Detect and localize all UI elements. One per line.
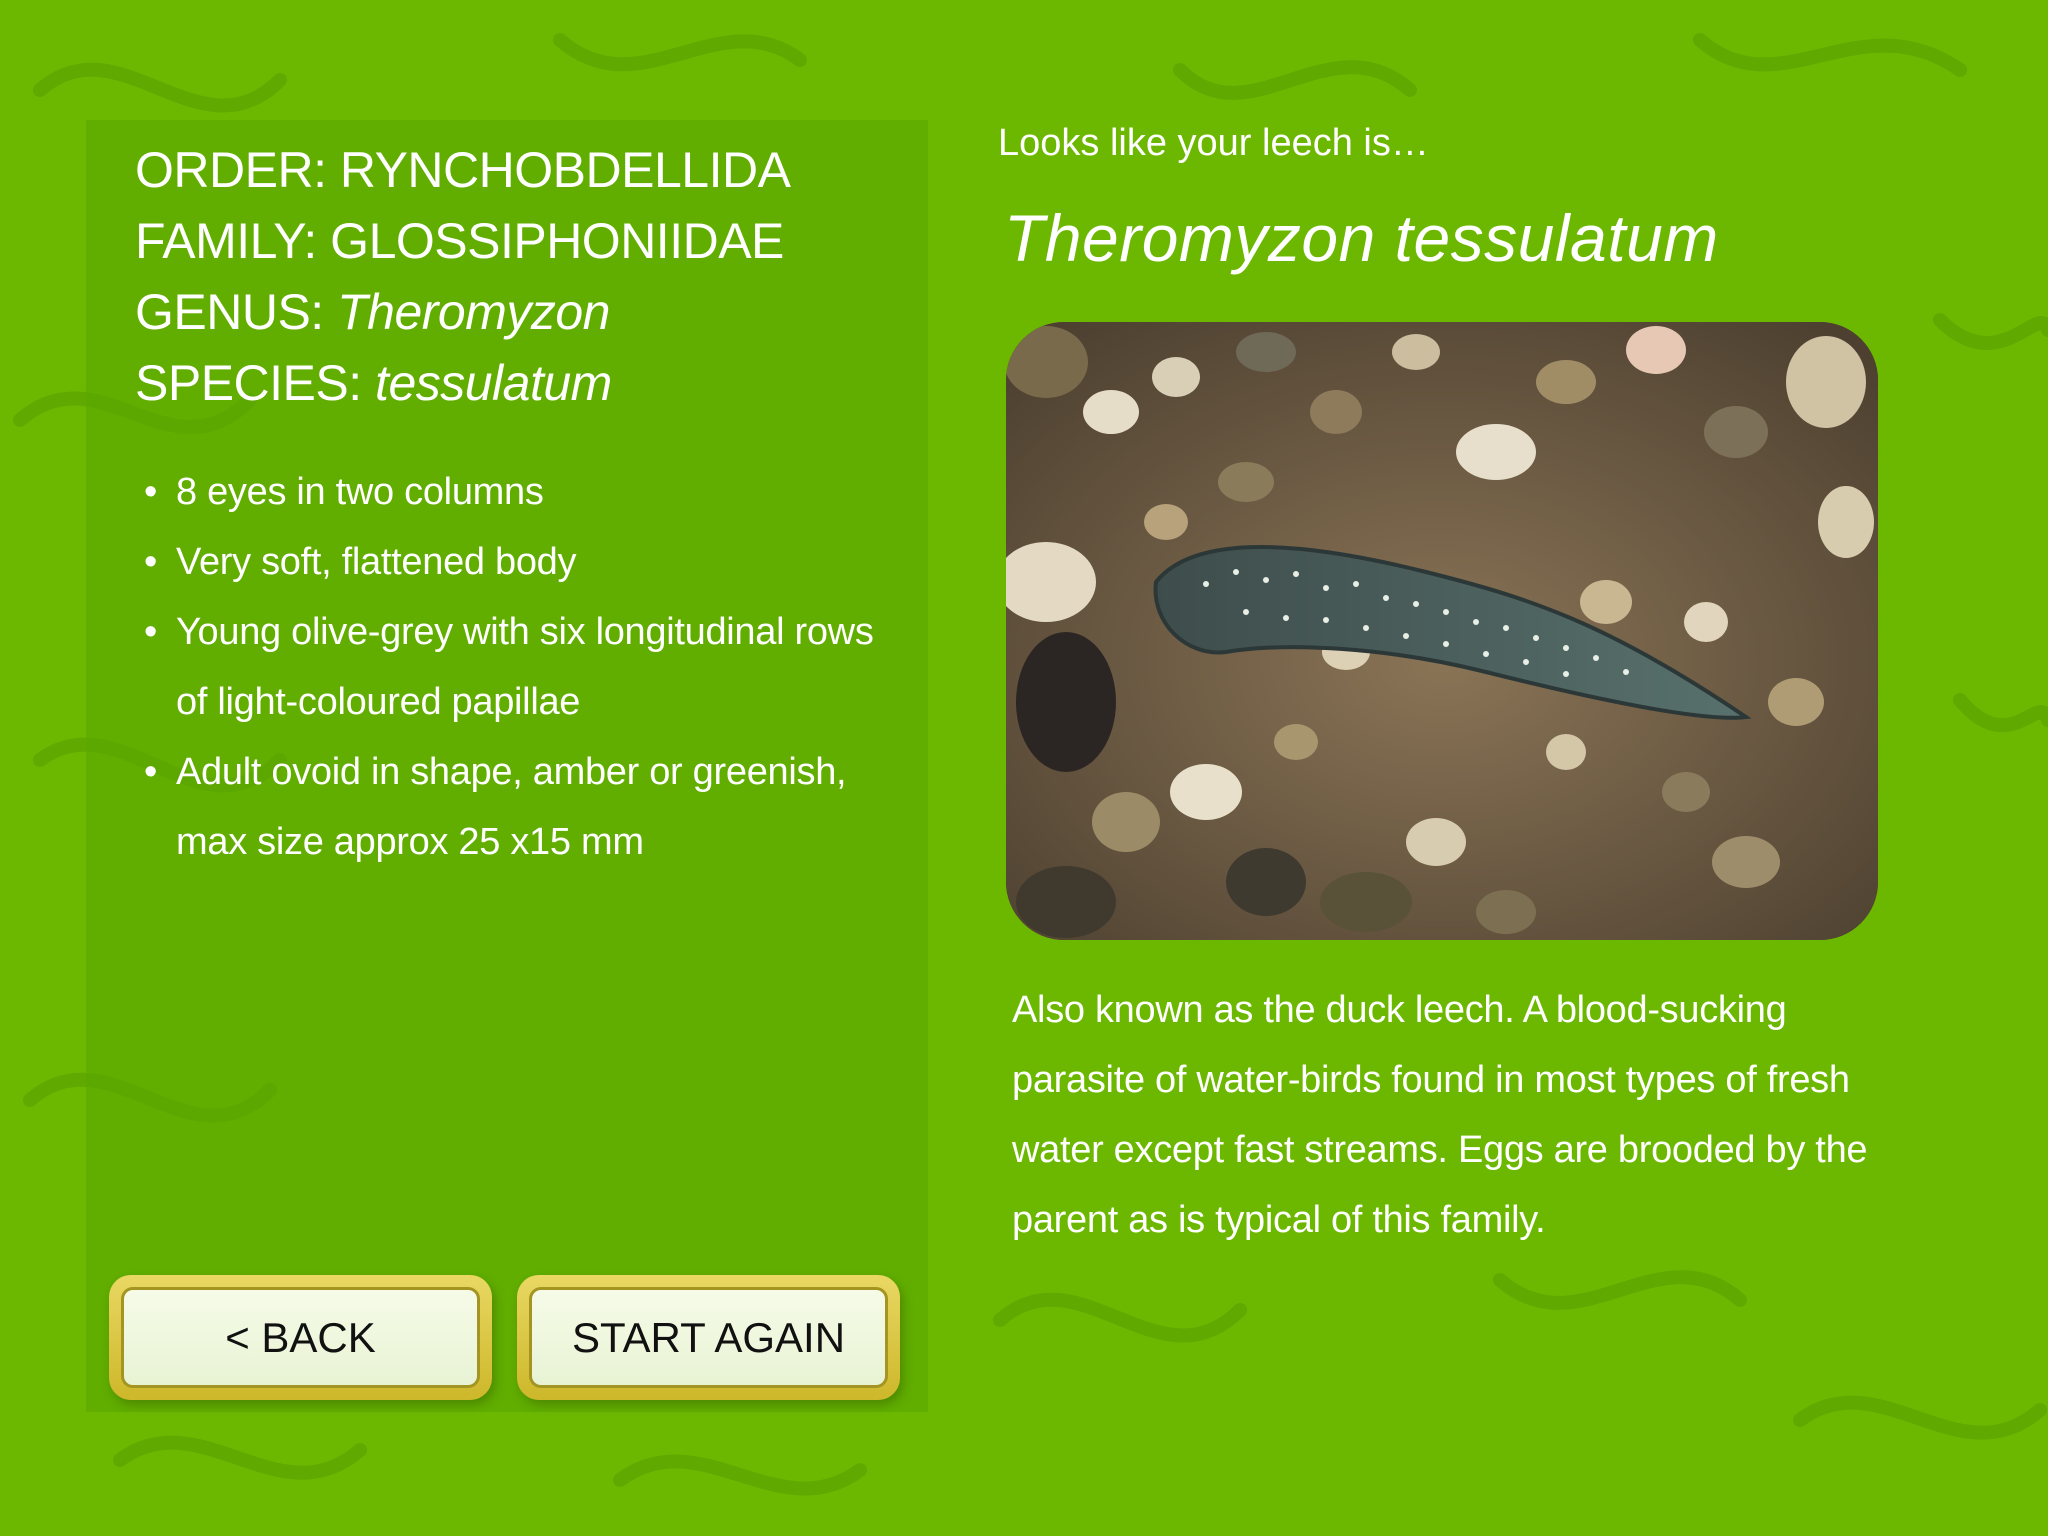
start-again-button[interactable]: START AGAIN xyxy=(517,1275,900,1400)
feature-item: • Young olive-grey with six longitudinal … xyxy=(140,597,880,737)
feature-text: Young olive-grey with six longitudinal r… xyxy=(176,611,874,723)
species-name-title: Theromyzon tessulatum xyxy=(1004,201,1719,275)
species-label: SPECIES: xyxy=(135,355,362,411)
family-value: GLOSSIPHONIIDAE xyxy=(330,213,784,269)
feature-item: • Adult ovoid in shape, amber or greenish… xyxy=(140,737,880,877)
family-label: FAMILY: xyxy=(135,213,317,269)
feature-item: • 8 eyes in two columns xyxy=(140,457,880,527)
species-value: tessulatum xyxy=(375,355,612,411)
back-button-label: < BACK xyxy=(121,1287,480,1388)
start-again-button-label: START AGAIN xyxy=(529,1287,888,1388)
leech-photo-icon xyxy=(1006,322,1878,940)
bullet-icon: • xyxy=(144,611,158,653)
genus-value: Theromyzon xyxy=(337,284,610,340)
features-list: • 8 eyes in two columns • Very soft, flatt… xyxy=(140,457,880,877)
bullet-icon: • xyxy=(144,541,158,583)
order-value: RYNCHOBDELLIDA xyxy=(339,142,791,198)
taxonomy-family: FAMILY: GLOSSIPHONIIDAE xyxy=(135,206,790,277)
taxonomy-genus: GENUS: Theromyzon xyxy=(135,277,790,348)
feature-text: Very soft, flattened body xyxy=(176,541,577,583)
back-button[interactable]: < BACK xyxy=(109,1275,492,1400)
taxonomy-species: SPECIES: tessulatum xyxy=(135,348,790,419)
bullet-icon: • xyxy=(144,471,158,513)
taxonomy-order: ORDER: RYNCHOBDELLIDA xyxy=(135,135,791,206)
result-lead-text: Looks like your leech is… xyxy=(998,122,1429,164)
feature-item: • Very soft, flattened body xyxy=(140,527,880,597)
taxonomy-block: ORDER: RYNCHOBDELLIDA FAMILY: GLOSSIPHON… xyxy=(135,135,791,419)
bullet-icon: • xyxy=(144,751,158,793)
genus-label: GENUS: xyxy=(135,284,324,340)
feature-text: Adult ovoid in shape, amber or greenish,… xyxy=(176,751,847,863)
species-description: Also known as the duck leech. A blood-su… xyxy=(1012,989,1868,1241)
order-label: ORDER: xyxy=(135,142,327,198)
leech-photo xyxy=(1006,322,1878,940)
feature-text: 8 eyes in two columns xyxy=(176,471,544,513)
